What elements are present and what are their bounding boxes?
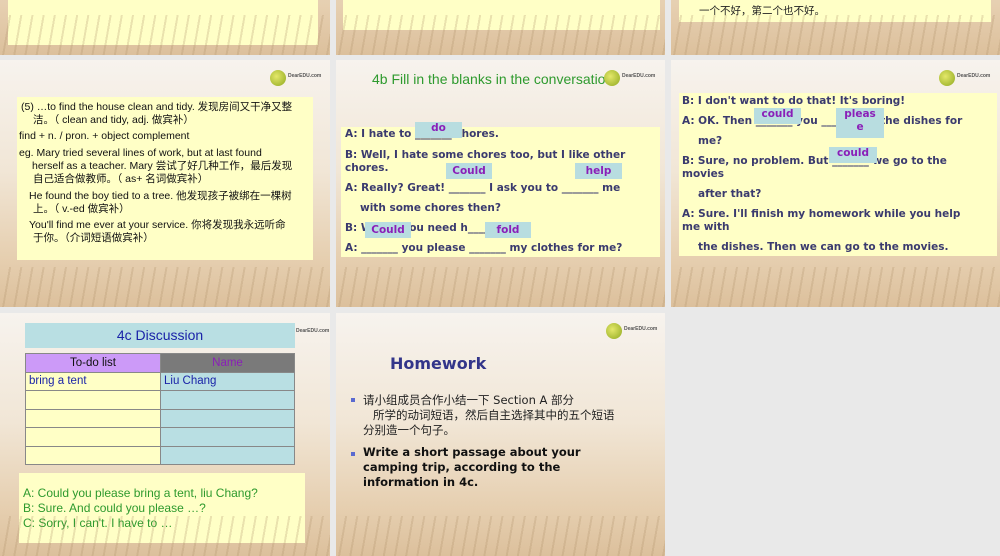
table-row: [25, 445, 295, 465]
slide-title: 4c Discussion: [25, 323, 295, 348]
slide-thumbnail-3[interactable]: 一个不好，第二个也不好。: [671, 0, 1000, 55]
slide-text: 洁。（ clean and tidy, adj. 做宾补）: [33, 114, 194, 126]
dialog-line: A: Really? Great! _______ I ask you to _…: [345, 182, 621, 194]
table-cell: [25, 390, 161, 410]
slide-text: (5) …to find the house clean and tidy. 发…: [21, 101, 293, 113]
slide-text: You'll find me ever at your service. 你将发…: [29, 219, 286, 231]
slide-text: He found the boy tied to a tree. 他发现孩子被绑…: [29, 190, 292, 202]
dialog-line: me with: [682, 221, 730, 233]
bullet-line: 所学的动词短语，然后自主选择其中的五个短语: [373, 408, 615, 422]
slide-title: Homework: [390, 354, 487, 373]
slide-thumbnail-1[interactable]: [0, 0, 330, 55]
column-header: Name: [160, 353, 295, 373]
bullet-line: information in 4c.: [363, 475, 479, 489]
table-cell: [160, 427, 295, 447]
dialog-line: the dishes. Then we can go to the movies…: [698, 241, 949, 253]
slide-thumbnail-5[interactable]: 4b Fill in the blanks in the conversatio…: [336, 60, 665, 307]
dialog-line: B: Sure, no problem. But _______ we go t…: [682, 155, 947, 167]
bullet-text: Write a short passage about your camping…: [363, 445, 581, 490]
slide-text: 一个不好，第二个也不好。: [699, 5, 825, 17]
text-box: (5) …to find the house clean and tidy. 发…: [17, 97, 313, 260]
logo-icon: DearEDU.com: [939, 70, 990, 86]
table-row: [25, 427, 295, 447]
text-box: [343, 0, 660, 30]
slide-text: 上。（ v.-ed 做宾补）: [33, 203, 130, 215]
answer-text: e: [856, 121, 864, 133]
answer-box: Could: [365, 222, 411, 238]
logo-icon: DearEDU.com: [604, 70, 655, 86]
logo-icon: DearEDU.com: [270, 70, 321, 86]
dialog-line: me?: [698, 135, 723, 147]
slide-thumbnail-8[interactable]: DearEDU.com Homework 请小组成员合作小结一下 Section…: [336, 313, 665, 556]
slide-text: eg. Mary tried several lines of work, bu…: [19, 147, 262, 159]
table-row: [25, 390, 295, 410]
dialog-line: A: _______ you please _______ my clothes…: [345, 242, 623, 254]
dialog-line: A: OK. Then _______ you _______ do the d…: [682, 115, 963, 127]
logo-icon: DearEDU.com: [606, 323, 657, 339]
bullet-line: 请小组成员合作小结一下 Section A 部分: [363, 393, 575, 407]
column-header: To-do list: [25, 353, 161, 373]
dialog-line: B: Sure. And could you please …?: [23, 501, 206, 515]
table-cell: [25, 427, 161, 447]
answer-box: do: [415, 122, 462, 138]
todo-table: To-do list Name bring a tent Liu Chang: [25, 353, 295, 465]
slide-text: 自己适合做教师。（ as+ 名词做宾补）: [33, 173, 209, 185]
answer-box: fold: [485, 222, 531, 238]
table-cell: [25, 445, 161, 465]
bullet-icon: [351, 398, 355, 402]
answer-text: pleas: [844, 108, 876, 120]
text-box: [8, 0, 318, 45]
bullet-line: camping trip, according to the: [363, 460, 561, 474]
answer-box: help: [575, 163, 622, 179]
dialog-line: A: Could you please bring a tent, liu Ch…: [23, 486, 258, 500]
answer-box: pleas e: [836, 108, 884, 138]
table-cell: [160, 390, 295, 410]
slide-text: find + n. / pron. + object complement: [19, 130, 190, 142]
table-cell: bring a tent: [25, 371, 161, 391]
dialog-line: chores.: [345, 162, 389, 174]
dialog-line: B: I don't want to do that! It's boring!: [682, 95, 906, 107]
bullet-line: Write a short passage about your: [363, 445, 581, 459]
table-cell: [160, 445, 295, 465]
slide-text: herself as a teacher. Mary 尝试了好几种工作，最后发现: [32, 160, 293, 172]
table-cell: [160, 408, 295, 428]
dialog-line: movies: [682, 168, 724, 180]
dialog-line: A: Sure. I'll finish my homework while y…: [682, 208, 961, 220]
table-row: [25, 408, 295, 428]
slide-text: 于你。（介词短语做宾补）: [33, 232, 154, 244]
answer-box: could: [829, 147, 877, 163]
bullet-line: 分别造一个句子。: [363, 423, 455, 437]
dialog-box: A: Could you please bring a tent, liu Ch…: [19, 473, 305, 543]
dialog-line: after that?: [698, 188, 762, 200]
table-cell: [25, 408, 161, 428]
bullet-icon: [351, 452, 355, 456]
dialog-line: with some chores then?: [360, 202, 501, 214]
answer-box: Could: [446, 163, 492, 179]
table-cell: Liu Chang: [160, 371, 295, 391]
slide-thumbnail-7[interactable]: DearEDU.com 4c Discussion To-do list Nam…: [0, 313, 330, 556]
slide-thumbnail-2[interactable]: [336, 0, 665, 55]
slide-title: 4b Fill in the blanks in the conversatio…: [372, 71, 618, 87]
table-row: bring a tent Liu Chang: [25, 371, 295, 391]
dialog-line: B: Well, I hate some chores too, but I l…: [345, 149, 626, 161]
slide-thumbnail-6[interactable]: DearEDU.com B: I don't want to do that! …: [671, 60, 1000, 307]
slide-thumbnail-4[interactable]: DearEDU.com (5) …to find the house clean…: [0, 60, 330, 307]
bullet-text: 请小组成员合作小结一下 Section A 部分 所学的动词短语，然后自主选择其…: [363, 393, 615, 438]
answer-box: could: [754, 108, 801, 124]
dialog-line: C: Sorry, I can't. I have to …: [23, 516, 173, 530]
text-box: 一个不好，第二个也不好。: [679, 0, 991, 22]
